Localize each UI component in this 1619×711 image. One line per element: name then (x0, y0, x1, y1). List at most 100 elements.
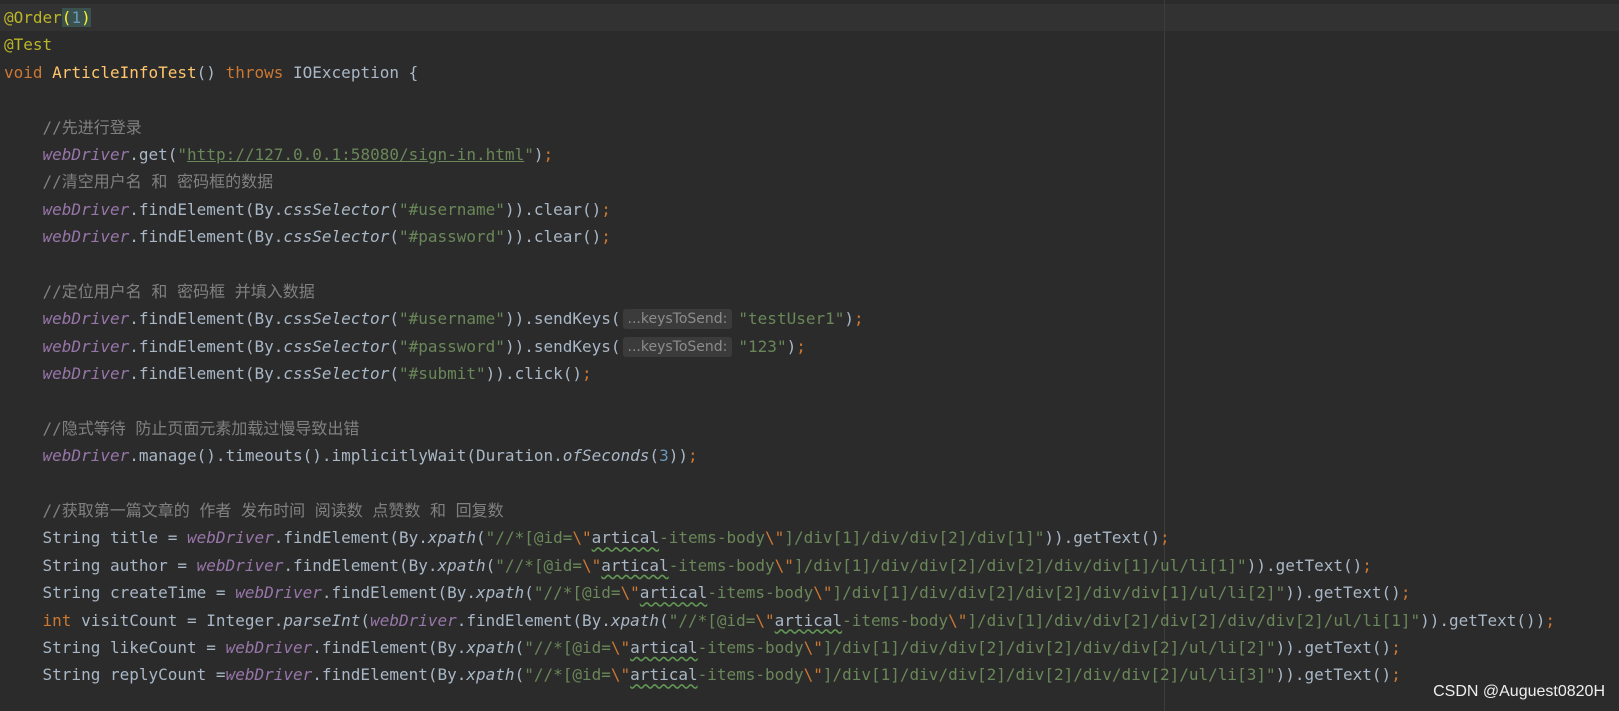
code-line[interactable]: //先进行登录 (0, 114, 1555, 141)
code-token: "#password" (398, 336, 505, 356)
code-token: .findElement(By. (273, 528, 428, 548)
code-token: "testUser1" (738, 309, 845, 329)
code-token: ) (81, 8, 91, 27)
code-token: ( (389, 309, 399, 329)
code-token: webDriver (196, 555, 284, 575)
code-token: ( (659, 610, 669, 630)
code-editor[interactable]: @Order(1) @Test void ArticleInfoTest() thr… (0, 0, 1619, 711)
code-token: ( (61, 8, 72, 27)
code-token: \" (620, 583, 640, 603)
code-token: ( (514, 665, 525, 685)
code-line[interactable]: void ArticleInfoTest() throws IOExceptio… (0, 59, 1555, 86)
code-token: IOException { (293, 62, 419, 82)
code-token: ( (389, 336, 399, 356)
code-lines[interactable]: @Order(1) @Test void ArticleInfoTest() thr… (0, 4, 1555, 689)
code-line[interactable]: webDriver.findElement(By.cssSelector("#u… (0, 196, 1555, 223)
code-line[interactable]: @Order(1) (0, 4, 1555, 31)
code-token: //先进行登录 (42, 117, 142, 137)
code-token: ofSeconds (562, 446, 650, 466)
code-token: parseInt (283, 610, 361, 630)
code-token: xpath (466, 637, 515, 657)
code-token: \" (813, 583, 833, 603)
code-token: 1 (71, 8, 82, 27)
code-token: ]/div[1]/div/div[2]/div[2]/div/div[1]/ul… (832, 583, 1286, 603)
code-token: xpath (466, 665, 515, 685)
code-token: @Order (4, 8, 62, 27)
code-line[interactable]: webDriver.findElement(By.cssSelector("#p… (0, 223, 1555, 250)
code-token: ( (389, 227, 399, 247)
code-token: String likeCount = (4, 637, 226, 657)
code-token: ; (601, 199, 611, 219)
code-token: webDriver (42, 144, 130, 164)
code-token: ArticleInfoTest (52, 62, 197, 82)
code-token: "#submit" (398, 364, 486, 384)
code-token: ( (476, 528, 486, 548)
code-token: //清空用户名 和 密码框的数据 (42, 172, 274, 192)
code-token: String title = (4, 528, 188, 548)
code-token: ( (485, 555, 496, 575)
code-line[interactable]: int visitCount = Integer.parseInt(webDri… (0, 607, 1555, 634)
code-token: .findElement(By. (312, 665, 467, 685)
code-line[interactable]: //获取第一篇文章的 作者 发布时间 阅读数 点赞数 和 回复数 (0, 497, 1555, 524)
code-line[interactable]: webDriver.manage().timeouts().implicitly… (0, 442, 1555, 469)
code-token: ; (796, 336, 806, 356)
code-line[interactable]: //清空用户名 和 密码框的数据 (0, 168, 1555, 195)
watermark-text: CSDN @Auguest0820H (1433, 683, 1605, 700)
code-token: "//*[@id= (524, 665, 611, 685)
code-line[interactable] (0, 387, 1555, 414)
code-token: () (196, 62, 226, 82)
code-token: artical (774, 610, 843, 630)
code-line[interactable]: String createTime = webDriver.findElemen… (0, 579, 1555, 606)
code-token: -items-body (707, 583, 814, 603)
code-token: )).getText() (1246, 555, 1363, 575)
code-token: //隐式等待 防止页面元素加载过慢导致出错 (42, 418, 360, 438)
code-line[interactable] (0, 470, 1555, 497)
code-line[interactable]: //定位用户名 和 密码框 并填入数据 (0, 278, 1555, 305)
code-token: ; (1391, 637, 1401, 657)
code-token: artical (630, 637, 698, 657)
code-token: .findElement(By. (129, 227, 284, 247)
code-token: .manage().timeouts().implicitlyWait(Dura… (129, 446, 563, 466)
code-line[interactable]: webDriver.findElement(By.cssSelector("#s… (0, 360, 1555, 387)
code-token: .findElement(By. (129, 309, 284, 329)
code-token: )).getText() (1285, 583, 1401, 603)
code-token: cssSelector (283, 336, 390, 356)
code-line[interactable] (0, 86, 1555, 113)
code-token: .findElement(By. (129, 364, 284, 384)
code-token: ; (687, 446, 698, 466)
code-token: "//*[@id= (524, 637, 611, 657)
code-line[interactable] (0, 251, 1555, 278)
code-line[interactable]: String replyCount =webDriver.findElement… (0, 661, 1555, 688)
code-line[interactable]: webDriver.get("http://127.0.0.1:58080/si… (0, 141, 1555, 168)
code-token: cssSelector (283, 364, 390, 384)
code-token: webDriver (42, 199, 130, 219)
code-token: ; (854, 309, 864, 329)
code-token: webDriver (370, 610, 457, 630)
code-token: ; (1391, 665, 1401, 685)
code-token: .findElement(By. (283, 555, 438, 575)
code-token: " (524, 144, 534, 164)
code-token: ( (360, 610, 371, 630)
code-line[interactable]: String author = webDriver.findElement(By… (0, 552, 1555, 579)
code-line[interactable]: String title = webDriver.findElement(By.… (0, 524, 1555, 551)
code-token: webDriver (42, 309, 130, 329)
code-token: cssSelector (283, 227, 390, 247)
code-token: "#username" (398, 309, 505, 329)
code-token: \" (610, 665, 631, 685)
code-token: "#username" (398, 199, 505, 219)
code-token: ]/div[1]/div/div[2]/div[2]/div/div[1]/ul… (793, 555, 1247, 575)
code-token: "#password" (398, 227, 505, 247)
code-line[interactable]: @Test (0, 31, 1555, 58)
code-line[interactable]: webDriver.findElement(By.cssSelector("#u… (0, 305, 1555, 332)
code-line[interactable]: //隐式等待 防止页面元素加载过慢导致出错 (0, 415, 1555, 442)
code-line[interactable]: webDriver.findElement(By.cssSelector("#p… (0, 333, 1555, 360)
code-line[interactable]: String likeCount = webDriver.findElement… (0, 634, 1555, 661)
code-token: cssSelector (283, 309, 390, 329)
